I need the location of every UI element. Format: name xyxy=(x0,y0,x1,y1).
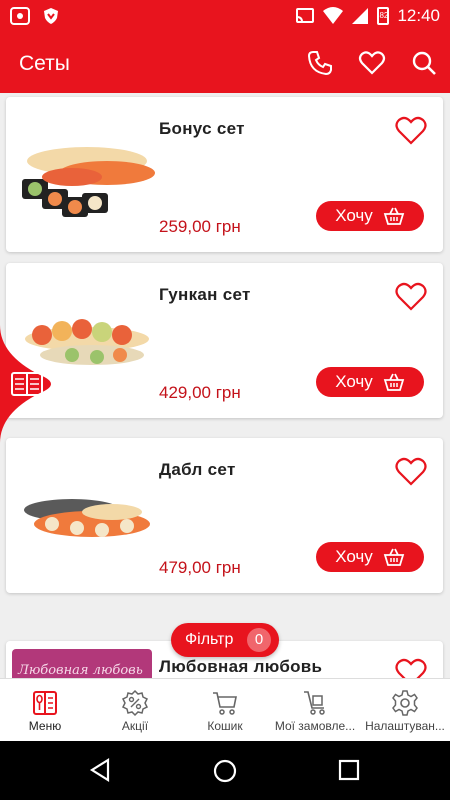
phone-icon[interactable] xyxy=(306,49,334,77)
nav-item-promotions[interactable]: Акції xyxy=(90,679,180,742)
product-name: Любовная любовь xyxy=(159,657,323,676)
product-price: 479,00 грн xyxy=(159,558,241,577)
nav-item-menu[interactable]: Меню xyxy=(0,679,90,742)
nav-item-orders[interactable]: Мої замовле... xyxy=(270,679,360,742)
product-card[interactable]: Гункан сет 429,00 грн Хочу xyxy=(6,263,443,418)
cast-icon xyxy=(296,8,315,23)
gear-icon xyxy=(392,690,418,716)
want-button-label: Хочу xyxy=(335,372,373,391)
home-icon[interactable] xyxy=(212,758,238,784)
basket-icon xyxy=(383,207,405,225)
back-icon[interactable] xyxy=(88,758,112,782)
battery-icon: 82 xyxy=(377,7,390,25)
product-card[interactable]: Дабл сет 479,00 грн Хочу xyxy=(6,438,443,593)
nav-label: Мої замовле... xyxy=(274,719,356,733)
filter-count: 0 xyxy=(254,631,264,648)
heart-icon[interactable] xyxy=(358,49,386,77)
screen-record-icon xyxy=(10,7,30,25)
want-button-label: Хочу xyxy=(335,547,373,566)
filter-button[interactable]: Фільтр 0 xyxy=(171,623,279,657)
product-card[interactable]: Бонус сет 259,00 грн Хочу xyxy=(6,97,443,252)
product-list: Бонус сет 259,00 грн Хочу Гункан сет 429… xyxy=(0,93,450,678)
favorite-heart-icon[interactable] xyxy=(395,456,427,486)
status-time: 12:40 xyxy=(397,6,440,25)
nav-label: Налаштуван... xyxy=(365,719,445,733)
system-navigation-bar xyxy=(0,741,450,800)
nav-label: Кошик xyxy=(207,719,243,733)
want-button-label: Хочу xyxy=(335,206,373,225)
want-button[interactable]: Хочу xyxy=(316,367,424,397)
nav-item-settings[interactable]: Налаштуван... xyxy=(360,679,450,742)
favorite-heart-icon[interactable] xyxy=(395,115,427,145)
cart-icon xyxy=(213,692,237,715)
filter-label: Фільтр xyxy=(185,631,234,648)
product-price: 259,00 грн xyxy=(159,217,241,236)
favorite-heart-icon[interactable] xyxy=(395,281,427,311)
favorite-heart-icon[interactable] xyxy=(395,657,427,678)
product-image xyxy=(22,147,155,217)
menu-book-icon xyxy=(33,691,57,715)
product-name: Дабл сет xyxy=(159,460,236,479)
bottom-navigation: Меню Акції Кошик Мої замовле... Налаштув… xyxy=(0,678,450,741)
product-image: Любовная любовь xyxy=(12,649,152,678)
percent-badge-icon xyxy=(121,689,149,717)
product-image-caption: Любовная любовь xyxy=(18,663,143,678)
nav-item-cart[interactable]: Кошик xyxy=(180,679,270,742)
status-bar: 82 12:40 xyxy=(0,0,450,32)
app-bar: Сеты xyxy=(0,32,450,93)
wifi-icon xyxy=(323,7,344,24)
product-price: 429,00 грн xyxy=(159,383,241,402)
want-button[interactable]: Хочу xyxy=(316,201,424,231)
nav-label: Акції xyxy=(121,719,149,733)
nav-label: Меню xyxy=(28,719,62,733)
shield-icon xyxy=(44,8,58,24)
recents-icon[interactable] xyxy=(338,759,360,781)
basket-icon xyxy=(383,373,405,391)
page-title: Сеты xyxy=(19,52,70,75)
order-cart-icon xyxy=(304,691,325,715)
basket-icon xyxy=(383,548,405,566)
product-image xyxy=(24,499,150,537)
want-button[interactable]: Хочу xyxy=(316,542,424,572)
side-menu-tab[interactable] xyxy=(0,325,62,443)
signal-icon xyxy=(352,8,369,24)
product-name: Бонус сет xyxy=(159,119,245,138)
product-name: Гункан сет xyxy=(159,285,251,304)
search-icon[interactable] xyxy=(410,49,438,77)
